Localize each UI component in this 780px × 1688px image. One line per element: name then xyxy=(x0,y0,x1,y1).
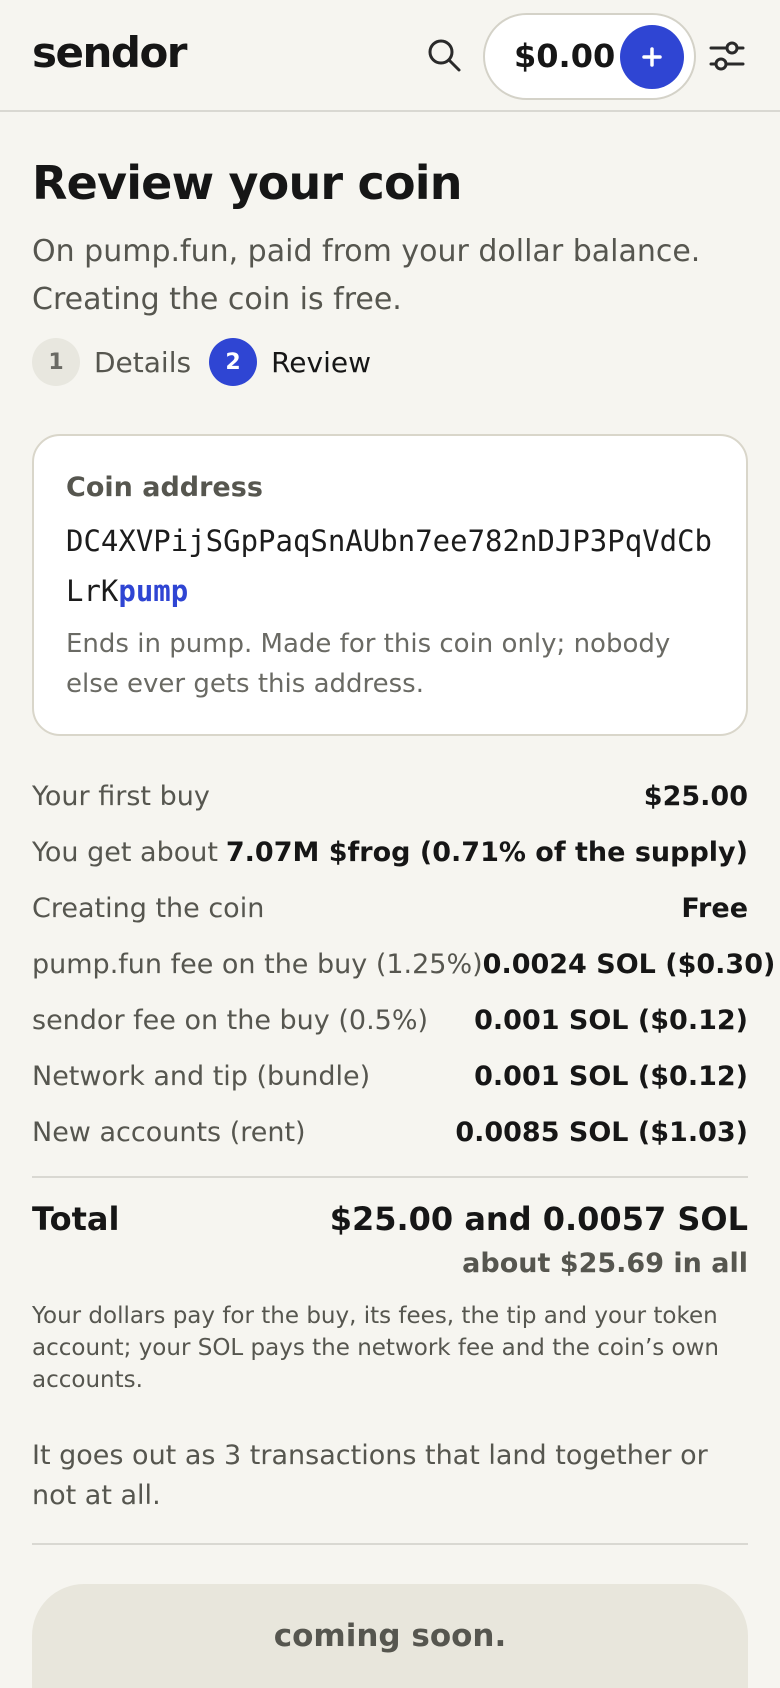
transactions-note: It goes out as 3 transactions that land … xyxy=(32,1440,708,1511)
app-logo[interactable]: sendor xyxy=(32,28,188,77)
step-indicator: 1 Details 2 Review xyxy=(32,338,371,386)
page-subtitle: On pump.fun, paid from your dollar balan… xyxy=(32,234,701,317)
fee-breakdown: Your first buy $25.00 You get about 7.07… xyxy=(32,768,775,1160)
total-label: Total xyxy=(32,1200,120,1238)
fee-value: Free xyxy=(681,892,748,924)
step-details[interactable]: 1 Details xyxy=(32,338,191,386)
fee-row-creating: Creating the coin Free xyxy=(32,880,748,936)
divider xyxy=(32,1543,748,1545)
step-label: Details xyxy=(94,345,192,379)
fee-label: New accounts (rent) xyxy=(32,1116,306,1148)
coin-address-card: Coin address DC4XVPijSGpPaqSnAUbn7ee782n… xyxy=(32,434,748,736)
fee-value: 0.0024 SOL ($0.30) xyxy=(482,948,776,980)
fee-row-first-buy: Your first buy $25.00 xyxy=(32,768,748,824)
total-value: $25.00 and 0.0057 SOL xyxy=(329,1200,748,1238)
balance-pill[interactable]: $0.00 xyxy=(483,13,696,100)
payment-note: Your dollars pay for the buy, its fees, … xyxy=(32,1303,720,1393)
fee-value: $25.00 xyxy=(643,780,748,812)
plus-icon xyxy=(642,47,662,67)
fee-value: 0.001 SOL ($0.12) xyxy=(474,1060,748,1092)
balance-amount: $0.00 xyxy=(514,37,616,75)
total-approx: about $25.69 in all xyxy=(462,1248,748,1279)
fee-label: You get about xyxy=(32,836,218,868)
fee-row-new-accounts: New accounts (rent) 0.0085 SOL ($1.03) xyxy=(32,1104,748,1160)
fee-label: Your first buy xyxy=(32,780,210,812)
divider xyxy=(32,1176,748,1178)
fee-row-network-tip: Network and tip (bundle) 0.001 SOL ($0.1… xyxy=(32,1048,748,1104)
settings-button[interactable] xyxy=(708,38,746,74)
coming-soon-button[interactable]: coming soon. xyxy=(32,1584,748,1688)
fee-row-pumpfun-fee: pump.fun fee on the buy (1.25%) 0.0024 S… xyxy=(32,936,775,992)
step-review: 2 Review xyxy=(209,338,371,386)
fee-label: Network and tip (bundle) xyxy=(32,1060,371,1092)
step-number: 2 xyxy=(209,338,258,386)
coin-address-suffix: pump xyxy=(118,574,189,608)
fee-value: 7.07M $frog (0.71% of the supply) xyxy=(225,836,748,868)
fee-label: pump.fun fee on the buy (1.25%) xyxy=(32,948,483,980)
coin-address-value[interactable]: DC4XVPijSGpPaqSnAUbn7ee782nDJP3PqVdCbLrK… xyxy=(66,516,726,616)
sliders-icon xyxy=(709,41,745,71)
fee-value: 0.0085 SOL ($1.03) xyxy=(455,1116,748,1148)
coin-address-label: Coin address xyxy=(66,472,263,503)
step-label: Review xyxy=(271,345,371,379)
fee-value: 0.001 SOL ($0.12) xyxy=(474,1004,748,1036)
page-title: Review your coin xyxy=(32,156,463,210)
fee-row-sendor-fee: sendor fee on the buy (0.5%) 0.001 SOL (… xyxy=(32,992,748,1048)
search-icon xyxy=(428,39,461,72)
app-header: sendor $0.00 xyxy=(0,0,780,112)
fee-row-you-get: You get about 7.07M $frog (0.71% of the … xyxy=(32,824,748,880)
fee-label: sendor fee on the buy (0.5%) xyxy=(32,1004,429,1036)
fee-label: Creating the coin xyxy=(32,892,265,924)
coin-address-note: Ends in pump. Made for this coin only; n… xyxy=(66,629,671,699)
step-number: 1 xyxy=(32,338,80,386)
add-funds-button[interactable] xyxy=(620,25,684,89)
search-button[interactable] xyxy=(426,37,462,73)
